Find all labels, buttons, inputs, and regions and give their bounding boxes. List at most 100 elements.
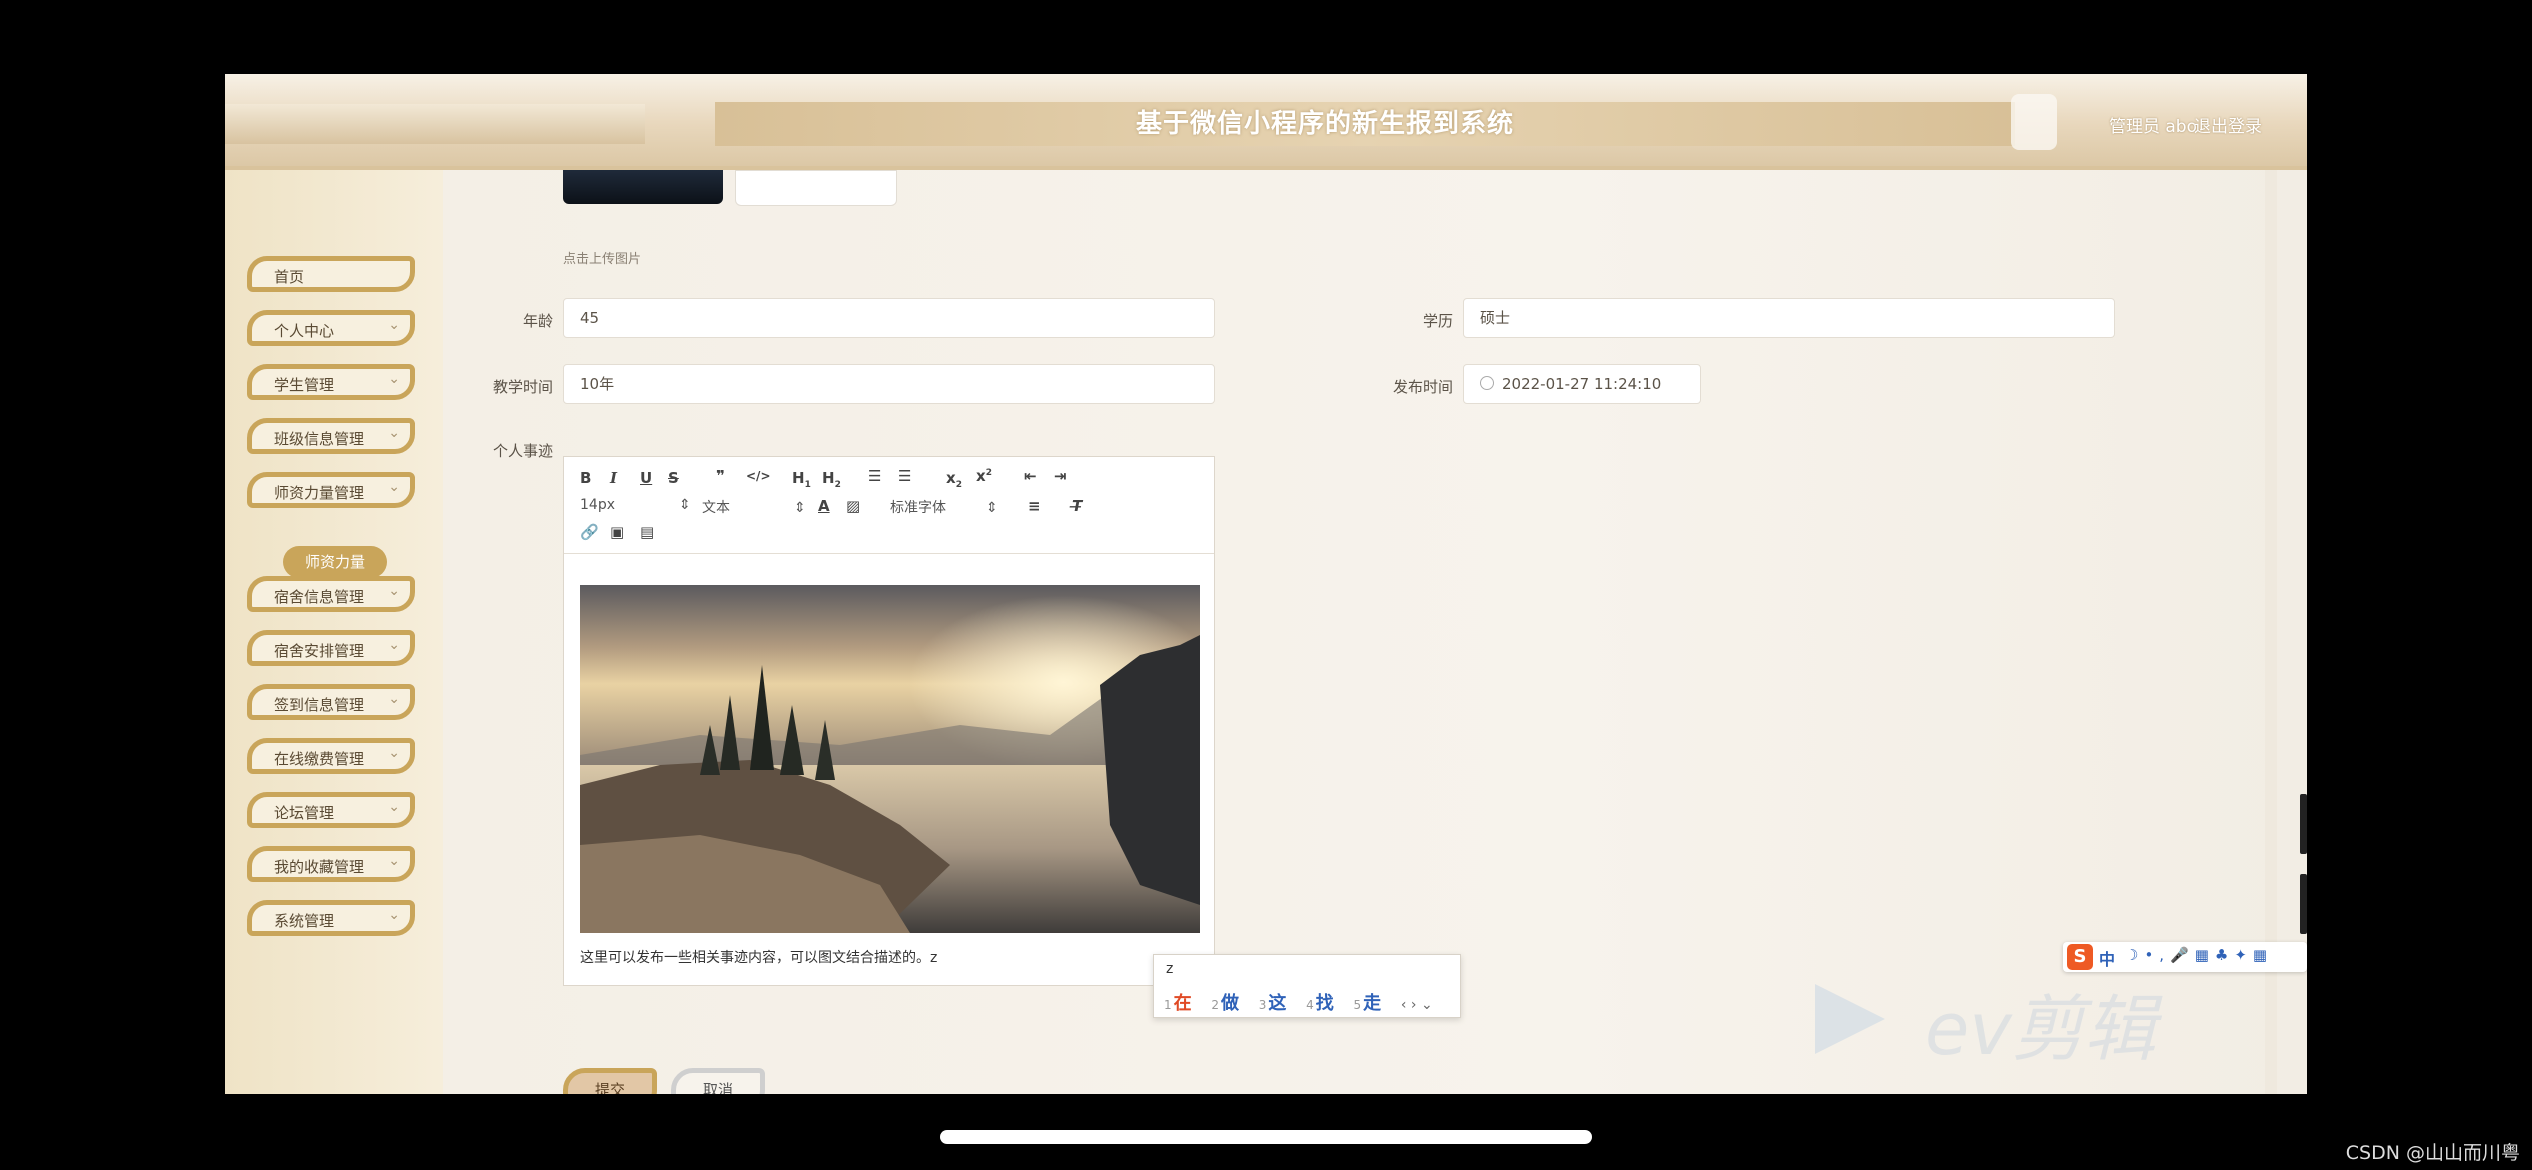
publish-time-label: 发布时间 <box>1392 378 1453 396</box>
sidebar-item-label: 我的收藏管理 <box>274 858 365 876</box>
blockquote-icon[interactable]: ❞ <box>716 467 725 485</box>
select-arrow-icon: ⇕ <box>986 500 998 516</box>
sidebar-item-favorites[interactable]: 我的收藏管理 ⌄ <box>247 846 415 882</box>
chevron-down-icon: ⌄ <box>388 479 400 495</box>
upload-hint[interactable]: 点击上传图片 <box>563 248 641 267</box>
ime-language-toggle[interactable]: 中 <box>2099 946 2115 970</box>
sidebar-item-home[interactable]: 首页 <box>247 256 415 292</box>
upload-slot[interactable] <box>735 170 897 206</box>
side-handle[interactable] <box>2300 794 2307 854</box>
bullet-list-icon[interactable]: ☰ <box>898 467 911 485</box>
editor-content-text: 这里可以发布一些相关事迹内容，可以图文结合描述的。z <box>580 950 938 966</box>
main-content: 点击上传图片 年龄 45 学历 硕士 教学时间 10年 发布时间 2022-01… <box>443 170 2307 1094</box>
sidebar-item-dorm-info[interactable]: 宿舍信息管理 ⌄ <box>247 576 415 612</box>
app-window: 基于微信小程序的新生报到系统 管理员 abo 退出登录 首页 个人中心 ⌄ 学生… <box>225 74 2307 1094</box>
subscript-icon[interactable]: x2 <box>946 469 962 490</box>
ime-candidate[interactable]: 1在 <box>1164 993 1192 1014</box>
embedded-landscape-image <box>580 585 1200 933</box>
education-label: 学历 <box>1422 312 1453 330</box>
code-icon[interactable]: </> <box>746 469 771 483</box>
csdn-credit: CSDN @山山而川粤 <box>2345 1142 2520 1164</box>
ime-page-arrows-icon[interactable]: ‹ › ⌄ <box>1401 997 1433 1013</box>
sidebar-item-label: 班级信息管理 <box>274 430 365 448</box>
cancel-button[interactable]: 取消 <box>671 1068 765 1094</box>
outdent-icon[interactable]: ⇤ <box>1024 467 1037 485</box>
sidebar-item-label: 师资力量管理 <box>274 484 365 502</box>
font-family-select[interactable]: 标准字体 ⇕ <box>890 497 998 517</box>
sidebar-item-checkin[interactable]: 签到信息管理 ⌄ <box>247 684 415 720</box>
sidebar-item-label: 论坛管理 <box>274 804 335 822</box>
underline-icon[interactable]: U <box>640 469 652 487</box>
chevron-down-icon: ⌄ <box>388 853 400 869</box>
chevron-down-icon: ⌄ <box>388 691 400 707</box>
side-handle[interactable] <box>2300 874 2307 934</box>
bio-label: 个人事迹 <box>492 442 553 460</box>
ime-candidate[interactable]: 4找 <box>1306 993 1334 1014</box>
sidebar-item-forum[interactable]: 论坛管理 ⌄ <box>247 792 415 828</box>
heading2-icon[interactable]: H2 <box>822 469 841 490</box>
ime-candidate[interactable]: 3这 <box>1259 993 1287 1014</box>
ime-candidate[interactable]: 5走 <box>1354 993 1382 1014</box>
chevron-down-icon: ⌄ <box>388 637 400 653</box>
logout-link[interactable]: 退出登录 <box>2194 112 2262 137</box>
text-type-select[interactable]: 文本 ⇕ <box>702 497 806 517</box>
clock-icon <box>1480 376 1494 390</box>
publish-time-value: 2022-01-27 11:24:10 <box>1502 375 1662 393</box>
link-icon[interactable]: 🔗 <box>580 523 599 541</box>
font-family-value: 标准字体 <box>890 500 946 516</box>
chevron-down-icon: ⌄ <box>388 317 400 333</box>
sidebar-item-personal-center[interactable]: 个人中心 ⌄ <box>247 310 415 346</box>
sidebar-item-students[interactable]: 学生管理 ⌄ <box>247 364 415 400</box>
submit-button[interactable]: 提交 <box>563 1068 657 1094</box>
sogou-ime-toolbar[interactable]: S 中 ☽•,🎤▦♣✦▦ <box>2063 942 2307 972</box>
education-field[interactable]: 硕士 <box>1463 298 2115 338</box>
sidebar-item-faculty[interactable]: 师资力量管理 ⌄ <box>247 472 415 508</box>
age-label: 年龄 <box>522 312 553 330</box>
clear-format-icon[interactable]: T̶ <box>1072 497 1082 515</box>
superscript-icon[interactable]: x2 <box>976 467 992 485</box>
heading1-icon[interactable]: H1 <box>792 469 811 490</box>
ime-candidate-popup[interactable]: z 1在 2做 3这 4找 5走 ‹ › ⌄ <box>1153 954 1461 1018</box>
sidebar-item-classes[interactable]: 班级信息管理 ⌄ <box>247 418 415 454</box>
bold-icon[interactable]: B <box>580 469 591 487</box>
sidebar-item-label: 个人中心 <box>274 322 335 340</box>
ime-toolbar-icons[interactable]: ☽•,🎤▦♣✦▦ <box>2125 946 2273 964</box>
header-decoration <box>2011 94 2057 150</box>
sidebar-item-label: 系统管理 <box>274 912 335 930</box>
video-watermark: ev剪辑 <box>1805 974 2225 1071</box>
strikethrough-icon[interactable]: S <box>668 469 679 487</box>
watermark-text: ev剪辑 <box>1925 987 2156 1071</box>
sidebar-item-payment[interactable]: 在线缴费管理 ⌄ <box>247 738 415 774</box>
video-icon[interactable]: ▤ <box>640 523 654 541</box>
font-size-value: 14px <box>580 497 615 513</box>
uploaded-image-thumbnail[interactable] <box>563 170 723 204</box>
font-size-select[interactable]: 14px ⇕ <box>580 497 691 513</box>
italic-icon[interactable]: I <box>610 469 617 487</box>
image-icon[interactable]: ▣ <box>610 523 624 541</box>
play-logo-icon <box>1815 984 1885 1054</box>
font-color-icon[interactable]: A <box>818 497 830 515</box>
ime-candidate[interactable]: 2做 <box>1211 993 1239 1014</box>
teaching-time-field[interactable]: 10年 <box>563 364 1215 404</box>
ime-candidates: 1在 2做 3这 4找 5走 ‹ › ⌄ <box>1164 989 1447 1015</box>
sidebar-item-label: 宿舍安排管理 <box>274 642 365 660</box>
sidebar-item-dorm-arrange[interactable]: 宿舍安排管理 ⌄ <box>247 630 415 666</box>
indent-icon[interactable]: ⇥ <box>1054 467 1067 485</box>
publish-time-field[interactable]: 2022-01-27 11:24:10 <box>1463 364 1701 404</box>
sidebar-item-system[interactable]: 系统管理 ⌄ <box>247 900 415 936</box>
chevron-down-icon: ⌄ <box>388 425 400 441</box>
sidebar-subitem-faculty[interactable]: 师资力量 <box>283 546 387 578</box>
align-icon[interactable]: ≡ <box>1028 497 1041 515</box>
sidebar: 首页 个人中心 ⌄ 学生管理 ⌄ 班级信息管理 ⌄ 师资力量管理 ⌄ 师资力量 … <box>225 170 443 1094</box>
sogou-logo-icon: S <box>2067 944 2093 970</box>
chevron-down-icon: ⌄ <box>388 799 400 815</box>
rich-text-editor[interactable]: B I U S ❞ </> H1 H2 ☰ ☰ x2 x2 ⇤ ⇥ 14px ⇕ … <box>563 456 1215 986</box>
home-indicator[interactable] <box>940 1130 1592 1144</box>
sidebar-item-label: 宿舍信息管理 <box>274 588 365 606</box>
sidebar-item-label: 签到信息管理 <box>274 696 365 714</box>
editor-toolbar: B I U S ❞ </> H1 H2 ☰ ☰ x2 x2 ⇤ ⇥ 14px ⇕ … <box>564 457 1214 554</box>
background-color-icon[interactable]: ▨ <box>846 497 860 515</box>
age-field[interactable]: 45 <box>563 298 1215 338</box>
ordered-list-icon[interactable]: ☰ <box>868 467 881 485</box>
teaching-time-label: 教学时间 <box>492 378 553 396</box>
